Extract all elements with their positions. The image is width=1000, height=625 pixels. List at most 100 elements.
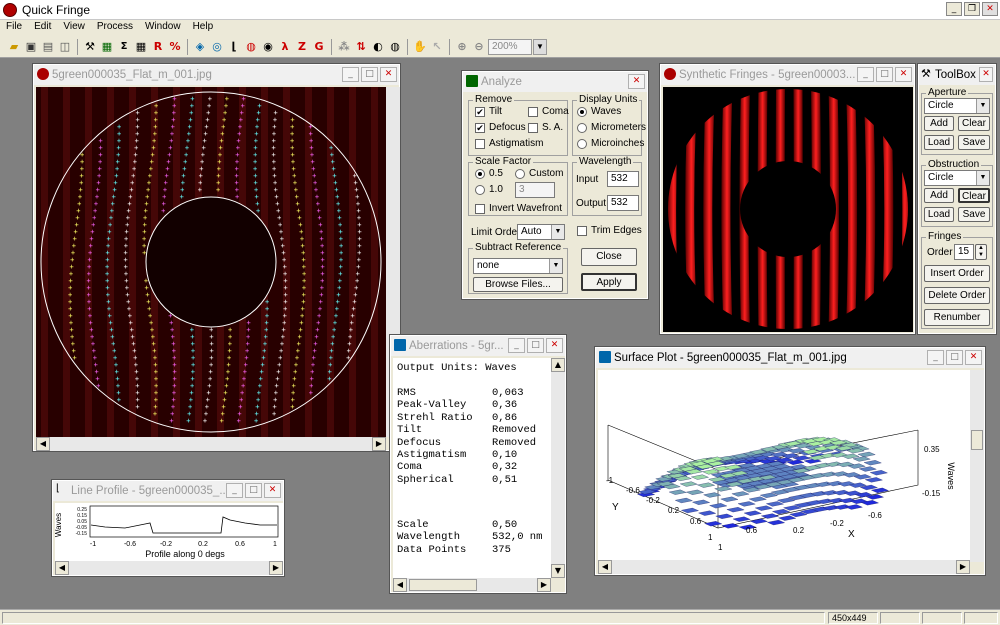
g-icon[interactable]: G — [311, 39, 327, 55]
close-button[interactable]: ✕ — [264, 483, 281, 498]
menu-edit[interactable]: Edit — [28, 20, 57, 36]
grid-icon[interactable]: ▦ — [133, 39, 149, 55]
aperture-clear-button[interactable]: Clear — [958, 116, 990, 131]
close-button[interactable]: ✕ — [546, 338, 563, 353]
scroll-left-button[interactable]: ◀ — [55, 561, 69, 575]
coma-checkbox[interactable] — [528, 106, 538, 117]
scroll-right-button[interactable]: ▶ — [269, 561, 283, 575]
scroll-right-button[interactable]: ▶ — [956, 560, 970, 574]
trim-edges-checkbox[interactable] — [577, 225, 587, 236]
renumber-button[interactable]: Renumber — [924, 309, 990, 326]
synthetic-icon[interactable]: ◉ — [260, 39, 276, 55]
scale-custom-radio[interactable] — [515, 168, 525, 179]
sphere-icon[interactable]: ◍ — [387, 39, 403, 55]
close-button[interactable]: ✕ — [380, 67, 397, 82]
chevron-down-icon[interactable]: ▼ — [533, 38, 547, 55]
browse-files-button[interactable]: Browse Files... — [473, 277, 563, 292]
open-folder-icon[interactable]: ▰ — [6, 39, 22, 55]
line-profile-icon[interactable]: ⌊ — [226, 39, 242, 55]
pointer-icon[interactable]: ↖ — [429, 39, 445, 55]
wavelength-input-field[interactable]: 532 — [607, 171, 639, 187]
interferogram-icon[interactable]: ◐ — [370, 39, 386, 55]
lambda-icon[interactable]: λ — [277, 39, 293, 55]
order-stepper[interactable]: ▲ ▼ — [975, 244, 987, 260]
scroll-right-button[interactable]: ▶ — [372, 437, 386, 451]
print-icon[interactable]: ▤ — [40, 39, 56, 55]
scroll-left-button[interactable]: ◀ — [393, 578, 407, 592]
insert-order-button[interactable]: Insert Order — [924, 265, 990, 282]
percent-icon[interactable]: % — [167, 39, 183, 55]
obstruction-add-button[interactable]: Add — [924, 188, 954, 203]
scroll-up-button[interactable]: ▲ — [551, 358, 565, 372]
sigma-icon[interactable]: Σ — [116, 39, 132, 55]
order-field[interactable]: 15 — [954, 244, 974, 260]
maximize-button[interactable]: □ — [361, 67, 378, 82]
close-button[interactable]: ✕ — [965, 350, 982, 365]
scale-10-radio[interactable] — [475, 184, 485, 195]
minimize-button[interactable]: _ — [857, 67, 874, 82]
apply-button[interactable]: Apply — [581, 273, 637, 291]
minimize-button[interactable]: _ — [508, 338, 525, 353]
number-icon[interactable]: ⁂ — [336, 39, 352, 55]
menu-view[interactable]: View — [57, 20, 91, 36]
menu-help[interactable]: Help — [187, 20, 220, 36]
minimize-button[interactable]: _ — [946, 2, 962, 16]
z-icon[interactable]: Z — [294, 39, 310, 55]
minimize-button[interactable]: _ — [342, 67, 359, 82]
waves-radio[interactable] — [577, 106, 587, 117]
scroll-left-button[interactable]: ◀ — [598, 560, 612, 574]
zoom-out-icon[interactable]: ⊖ — [471, 39, 487, 55]
aperture-add-button[interactable]: Add — [924, 116, 954, 131]
maximize-button[interactable]: □ — [946, 350, 963, 365]
subtract-reference-select[interactable]: none ▼ — [473, 258, 563, 274]
wavelength-output-field[interactable]: 532 — [607, 195, 639, 211]
hand-icon[interactable]: ✋ — [412, 39, 428, 55]
horizontal-scroll-thumb[interactable] — [409, 579, 477, 591]
delete-order-button[interactable]: Delete Order — [924, 287, 990, 304]
obstruction-clear-button[interactable]: Clear — [958, 188, 990, 203]
tools-icon[interactable]: ⚒ — [82, 39, 98, 55]
aperture-save-button[interactable]: Save — [958, 135, 990, 150]
close-button[interactable]: ✕ — [895, 67, 912, 82]
sa-checkbox[interactable] — [528, 122, 538, 133]
numbering-icon[interactable]: ⇅ — [353, 39, 369, 55]
print-preview-icon[interactable]: ◫ — [57, 39, 73, 55]
invert-wavefront-checkbox[interactable] — [475, 203, 485, 214]
defocus-checkbox[interactable]: ✔ — [475, 122, 485, 133]
obstruction-load-button[interactable]: Load — [924, 207, 954, 222]
menu-window[interactable]: Window — [139, 20, 187, 36]
maximize-button[interactable]: □ — [527, 338, 544, 353]
close-button[interactable]: ✕ — [628, 74, 645, 89]
close-dialog-button[interactable]: Close — [581, 248, 637, 266]
astigmatism-checkbox[interactable] — [475, 138, 485, 149]
zoom-select[interactable]: 200% — [488, 38, 532, 55]
tilt-checkbox[interactable]: ✔ — [475, 106, 485, 117]
r-icon[interactable]: R — [150, 39, 166, 55]
analyze-icon[interactable]: ▦ — [99, 39, 115, 55]
microinches-radio[interactable] — [577, 138, 587, 149]
aperture-load-button[interactable]: Load — [924, 135, 954, 150]
obstruction-shape-select[interactable]: Circle ▼ — [924, 170, 990, 186]
save-disk-icon[interactable]: ▣ — [23, 39, 39, 55]
custom-scale-input[interactable]: 3 — [515, 182, 555, 198]
maximize-button[interactable]: □ — [245, 483, 262, 498]
maximize-button[interactable]: □ — [876, 67, 893, 82]
scroll-left-button[interactable]: ◀ — [36, 437, 50, 451]
scroll-down-button[interactable]: ▼ — [551, 564, 565, 578]
micrometers-radio[interactable] — [577, 122, 587, 133]
obstruction-save-button[interactable]: Save — [958, 207, 990, 222]
zoom-in-icon[interactable]: ⊕ — [454, 39, 470, 55]
surface-icon[interactable]: ◈ — [192, 39, 208, 55]
vertical-scroll-thumb[interactable] — [971, 430, 983, 450]
fringe-image[interactable]: ++++++++++++++++++++++++++++++++++++++++… — [36, 87, 386, 437]
aperture-shape-select[interactable]: Circle ▼ — [924, 98, 990, 114]
minimize-button[interactable]: _ — [226, 483, 243, 498]
fringes-icon[interactable]: ◍ — [243, 39, 259, 55]
minimize-button[interactable]: _ — [927, 350, 944, 365]
surface-plot-chart[interactable]: 0.35 -0.15 Waves Y X -1 -0.6 -0.2 0.2 0.… — [598, 370, 970, 562]
close-button[interactable]: ✕ — [979, 67, 993, 82]
menu-process[interactable]: Process — [91, 20, 139, 36]
restore-button[interactable]: ❐ — [964, 2, 980, 16]
limit-order-select[interactable]: Auto ▼ — [517, 224, 565, 240]
menu-file[interactable]: File — [0, 20, 28, 36]
